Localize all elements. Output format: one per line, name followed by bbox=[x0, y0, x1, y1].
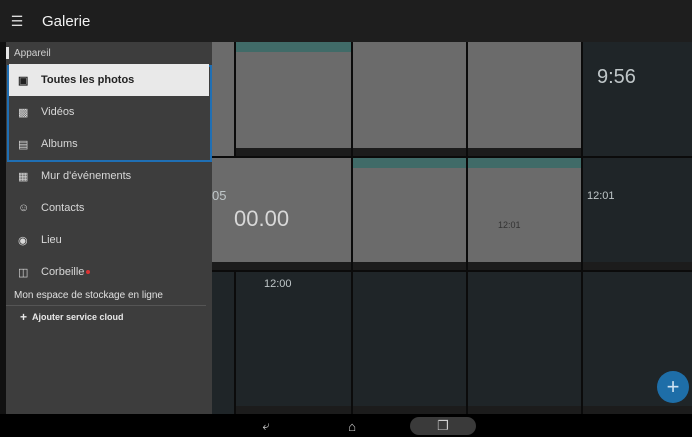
photo-thumbnail[interactable] bbox=[353, 272, 466, 414]
photo-thumbnail[interactable] bbox=[353, 42, 466, 156]
thumbnail-clock: 12:00 bbox=[264, 278, 292, 290]
thumbnail-clock: 05 bbox=[212, 188, 227, 203]
plus-icon: + bbox=[666, 374, 680, 399]
trash-badge bbox=[86, 270, 91, 274]
photo-thumbnail[interactable] bbox=[353, 158, 466, 270]
calendar-icon: ▦ bbox=[18, 170, 29, 183]
location-icon: ◉ bbox=[18, 234, 28, 247]
drawer-item-albums[interactable]: ▤ Albums bbox=[6, 128, 212, 160]
photo-thumbnail[interactable] bbox=[212, 42, 234, 156]
section-device-label: Appareil bbox=[14, 47, 51, 59]
photo-thumbnail[interactable] bbox=[468, 272, 581, 414]
back-icon: ⤶ bbox=[262, 418, 270, 433]
photo-thumbnail[interactable] bbox=[236, 42, 351, 156]
navigation-drawer: Appareil ▣ Toutes les photos ▩ Vidéos ▤ … bbox=[6, 42, 212, 414]
thumbnail-clock: 12:01 bbox=[498, 220, 521, 230]
add-cloud-service-button[interactable]: + Ajouter service cloud bbox=[6, 306, 212, 328]
album-icon: ▤ bbox=[18, 138, 29, 151]
section-device: Appareil bbox=[6, 42, 212, 64]
section-marker bbox=[6, 47, 9, 59]
home-button[interactable]: ⌂ bbox=[340, 417, 364, 435]
app-bar: ☰ Galerie bbox=[0, 0, 692, 42]
recent-apps-icon: ❐ bbox=[437, 418, 449, 433]
photos-icon: ▣ bbox=[18, 74, 29, 87]
thumbnail-clock: 00.00 bbox=[234, 206, 290, 231]
add-fab-button[interactable]: + bbox=[657, 371, 689, 403]
thumbnail-clock: 12:01 bbox=[587, 190, 615, 202]
plus-icon: + bbox=[20, 310, 28, 324]
drawer-item-contacts[interactable]: ☺ Contacts bbox=[6, 192, 212, 224]
drawer-item-events[interactable]: ▦ Mur d'événements bbox=[6, 160, 212, 192]
menu-button[interactable]: ☰ bbox=[0, 0, 34, 42]
drawer-item-label: Mur d'événements bbox=[41, 170, 132, 182]
drawer-item-all-photos[interactable]: ▣ Toutes les photos bbox=[9, 64, 209, 96]
drawer-item-label: Toutes les photos bbox=[41, 74, 135, 86]
photo-thumbnail[interactable]: 12:01 bbox=[468, 158, 581, 270]
back-button[interactable]: ⤶ bbox=[254, 417, 278, 435]
drawer-item-label: Vidéos bbox=[41, 106, 75, 118]
hamburger-icon: ☰ bbox=[10, 12, 24, 29]
drawer-item-label: Lieu bbox=[41, 234, 62, 246]
drawer-item-label: Corbeille bbox=[41, 266, 85, 278]
home-icon: ⌂ bbox=[348, 418, 356, 434]
drawer-item-label: Albums bbox=[41, 138, 78, 150]
cloud-section-title: Mon espace de stockage en ligne bbox=[14, 289, 163, 301]
photo-thumbnail[interactable] bbox=[468, 42, 581, 156]
photo-thumbnail[interactable]: 12:00 bbox=[236, 272, 351, 414]
video-icon: ▩ bbox=[18, 106, 29, 119]
thumbnail-clock: 9:56 bbox=[597, 66, 636, 88]
drawer-item-trash[interactable]: ◫ Corbeille bbox=[6, 256, 212, 288]
drawer-item-videos[interactable]: ▩ Vidéos bbox=[6, 96, 212, 128]
recent-apps-button[interactable]: ❐ bbox=[410, 417, 476, 435]
photo-grid: 9:56 05 00.00 12:01 12:01 12:00 bbox=[212, 42, 692, 414]
drawer-item-label: Contacts bbox=[41, 202, 85, 214]
trash-icon: ◫ bbox=[18, 266, 29, 279]
app-title: Galerie bbox=[42, 12, 91, 30]
photo-thumbnail[interactable]: 12:01 bbox=[583, 158, 692, 270]
contacts-icon: ☺ bbox=[18, 202, 30, 214]
add-cloud-label: Ajouter service cloud bbox=[32, 312, 124, 322]
system-navigation-bar: ⤶ ⌂ ❐ bbox=[0, 414, 692, 437]
drawer-item-location[interactable]: ◉ Lieu bbox=[6, 224, 212, 256]
photo-thumbnail[interactable]: 05 00.00 bbox=[212, 158, 351, 270]
photo-thumbnail[interactable]: 9:56 bbox=[583, 42, 692, 156]
photo-thumbnail[interactable] bbox=[212, 272, 234, 414]
